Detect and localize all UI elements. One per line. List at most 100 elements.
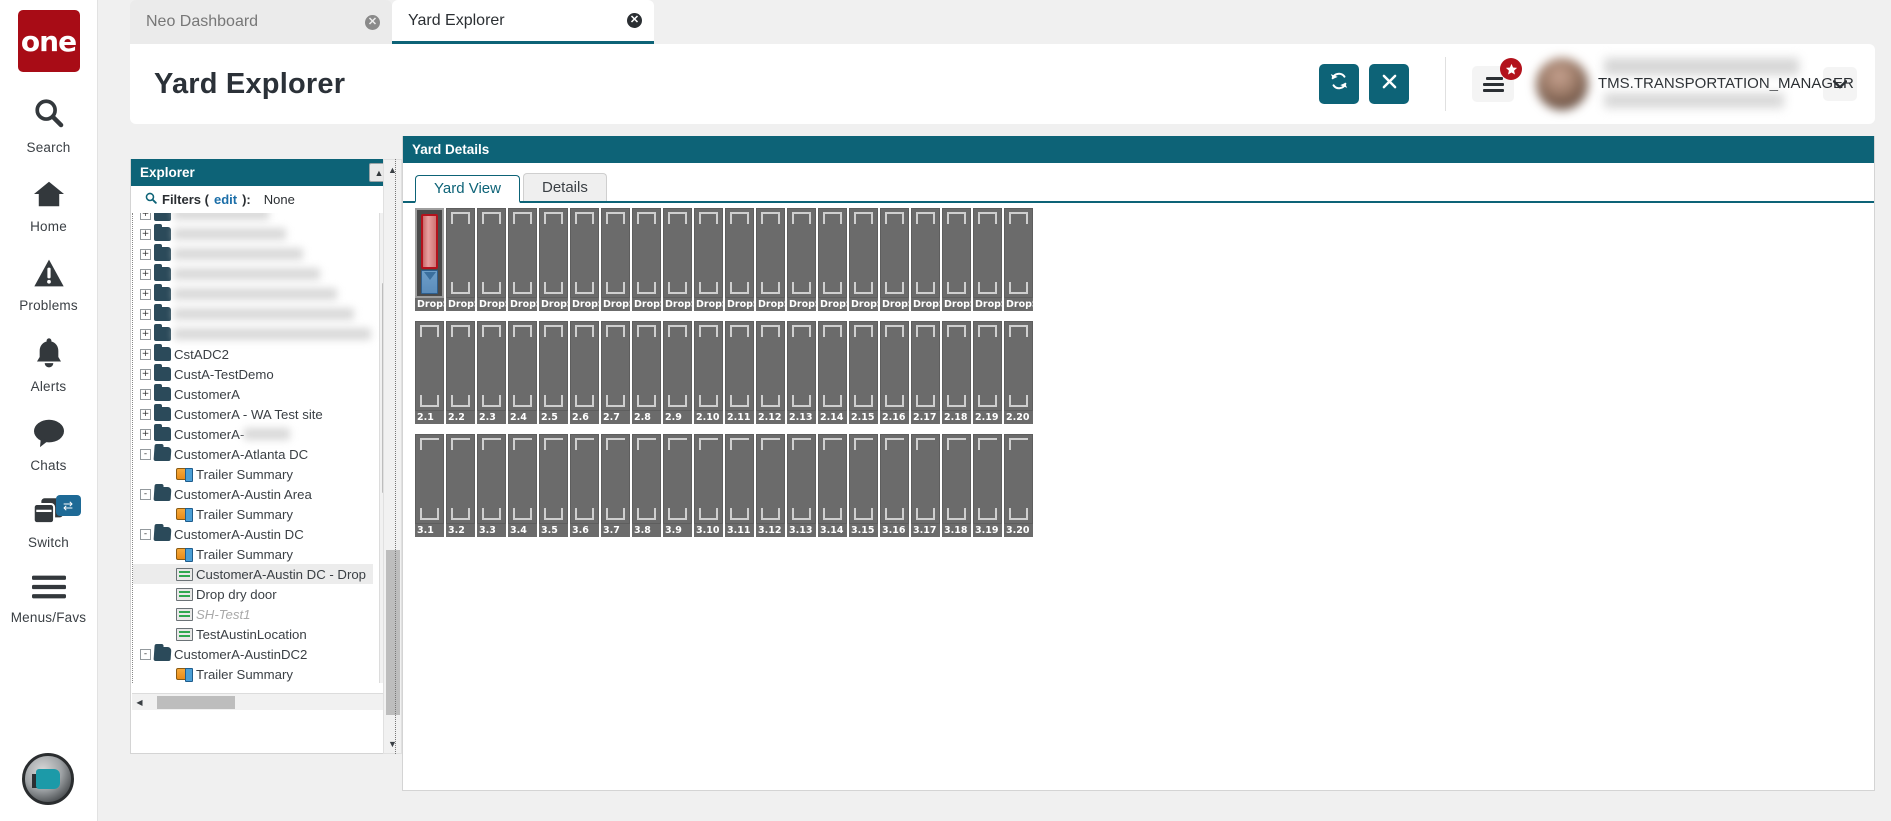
tree-item[interactable]: - CustomerA-Austin DC	[133, 524, 373, 544]
yard-slot[interactable]: 2.20	[1004, 321, 1033, 424]
sidebar-item-search[interactable]: Search	[0, 96, 98, 155]
yard-slot[interactable]: 2.3	[477, 321, 506, 424]
tree-expand-icon[interactable]: +	[140, 248, 151, 260]
tree-item[interactable]: +	[133, 324, 373, 344]
tree-expand-icon[interactable]: +	[140, 428, 151, 440]
yard-slot[interactable]: 2.16	[880, 321, 909, 424]
sidebar-item-problems[interactable]: Problems	[0, 258, 98, 313]
tree-item[interactable]: + CustA-TestDemo	[133, 364, 373, 384]
tree-item[interactable]: SH-Test1	[133, 604, 373, 624]
yard-slot[interactable]: 2.7	[601, 321, 630, 424]
tree-item[interactable]: CustomerA-Austin DC - Drop	[133, 564, 373, 584]
tab-yard-explorer[interactable]: Yard Explorer ✕	[392, 0, 654, 44]
yard-slot[interactable]: 2.9	[663, 321, 692, 424]
yard-slot[interactable]: DropS	[756, 208, 785, 311]
yard-slot[interactable]: DropS	[973, 208, 1002, 311]
yard-slot[interactable]: 2.15	[849, 321, 878, 424]
tab-neo-dashboard[interactable]: Neo Dashboard ✕	[130, 0, 392, 44]
scroll-up-arrow-icon[interactable]: ▲	[384, 160, 401, 179]
avatar[interactable]	[1536, 58, 1588, 110]
yard-slot[interactable]: DropS	[415, 208, 444, 311]
tree-expand-icon[interactable]: +	[140, 213, 151, 220]
yard-slot[interactable]: 3.14	[818, 434, 847, 537]
tree-item[interactable]: +	[133, 284, 373, 304]
yard-slot[interactable]: 3.4	[508, 434, 537, 537]
tab-details[interactable]: Details	[522, 173, 607, 201]
scroll-left-arrow-icon[interactable]: ◀	[132, 698, 147, 707]
yard-slot[interactable]: DropS	[942, 208, 971, 311]
tree-expand-icon[interactable]: +	[140, 288, 151, 300]
yard-slot[interactable]: DropS	[570, 208, 599, 311]
sidebar-item-switch[interactable]: ⇄ Switch	[0, 495, 98, 550]
tree-item[interactable]: - CustomerA-Atlanta DC	[133, 444, 373, 464]
tree-collapse-icon[interactable]: -	[140, 528, 151, 540]
tree-item[interactable]: + CustomerA	[133, 384, 373, 404]
yard-slot[interactable]: 2.4	[508, 321, 537, 424]
tree-collapse-icon[interactable]: -	[140, 488, 151, 500]
tree-item[interactable]: Trailer Summary	[133, 544, 373, 564]
tree-expand-icon[interactable]: +	[140, 348, 151, 360]
yard-slot[interactable]: 3.19	[973, 434, 1002, 537]
filters-edit-link[interactable]: edit	[214, 192, 237, 207]
tractor-icon[interactable]	[421, 270, 438, 294]
scrollbar-thumb[interactable]	[157, 695, 235, 709]
yard-slot[interactable]: 3.15	[849, 434, 878, 537]
yard-slot[interactable]: DropS	[1004, 208, 1033, 311]
tree-expand-icon[interactable]: +	[140, 328, 151, 340]
yard-slot[interactable]: 3.17	[911, 434, 940, 537]
yard-slot[interactable]: DropS	[880, 208, 909, 311]
close-icon[interactable]: ✕	[365, 14, 380, 30]
trailer-icon[interactable]	[421, 214, 438, 269]
yard-slot[interactable]: 2.10	[694, 321, 723, 424]
yard-slot[interactable]: DropS	[539, 208, 568, 311]
tree-horizontal-scrollbar[interactable]: ◀ ▶	[132, 693, 394, 710]
tree-item[interactable]: Trailer Summary	[133, 504, 373, 524]
tree-item[interactable]: Trailer Summary	[133, 464, 373, 484]
tree-item[interactable]: Trailer Summary	[133, 664, 373, 683]
yard-slot[interactable]: 2.12	[756, 321, 785, 424]
switch-toggle-badge-icon[interactable]: ⇄	[55, 495, 81, 516]
yard-slot[interactable]: 3.3	[477, 434, 506, 537]
tree-item[interactable]: + CstADC2	[133, 344, 373, 364]
tree-expand-icon[interactable]: +	[140, 228, 151, 240]
yard-slot[interactable]: 3.20	[1004, 434, 1033, 537]
yard-slot[interactable]: 2.13	[787, 321, 816, 424]
tree-item[interactable]: + CustomerA - WA Test site	[133, 404, 373, 424]
header-menu-button[interactable]	[1472, 58, 1522, 102]
yard-slot[interactable]: DropS	[508, 208, 537, 311]
scroll-down-arrow-icon[interactable]: ▼	[384, 734, 401, 753]
yard-slot[interactable]: 3.2	[446, 434, 475, 537]
yard-slot[interactable]: DropS	[849, 208, 878, 311]
close-page-button[interactable]	[1369, 64, 1409, 104]
yard-slot[interactable]: 3.16	[880, 434, 909, 537]
tree-expand-icon[interactable]: +	[140, 388, 151, 400]
tree-expand-icon[interactable]: +	[140, 408, 151, 420]
yard-slot[interactable]: 3.13	[787, 434, 816, 537]
tree-item[interactable]: +	[133, 244, 373, 264]
yard-slot[interactable]: 2.19	[973, 321, 1002, 424]
tree-collapse-icon[interactable]: -	[140, 448, 151, 460]
tree-expand-icon[interactable]: +	[140, 308, 151, 320]
tree-item[interactable]: +	[133, 213, 373, 224]
tree-item[interactable]: TestAustinLocation	[133, 624, 373, 644]
tree-item[interactable]: Drop dry door	[133, 584, 373, 604]
refresh-button[interactable]	[1319, 64, 1359, 104]
yard-slot[interactable]: DropS	[725, 208, 754, 311]
yard-slot[interactable]: 3.5	[539, 434, 568, 537]
yard-slot[interactable]: 2.18	[942, 321, 971, 424]
yard-slot[interactable]: 2.1	[415, 321, 444, 424]
yard-slot[interactable]: 3.18	[942, 434, 971, 537]
sidebar-item-home[interactable]: Home	[0, 179, 98, 234]
yard-slot[interactable]: 3.1	[415, 434, 444, 537]
tree-item[interactable]: - CustomerA-AustinDC2	[133, 644, 373, 664]
tab-yard-view[interactable]: Yard View	[415, 175, 520, 203]
yard-slot[interactable]: 3.9	[663, 434, 692, 537]
yard-slot[interactable]: DropS	[601, 208, 630, 311]
tree-expand-icon[interactable]: +	[140, 268, 151, 280]
ai-assistant-orb-icon[interactable]	[22, 753, 74, 805]
sidebar-item-menus-favs[interactable]: Menus/Favs	[0, 574, 98, 625]
tree-item[interactable]: - CustomerA-Austin Area	[133, 484, 373, 504]
tree-item[interactable]: +	[133, 224, 373, 244]
tree-expand-icon[interactable]: +	[140, 368, 151, 380]
yard-slot[interactable]: 2.17	[911, 321, 940, 424]
